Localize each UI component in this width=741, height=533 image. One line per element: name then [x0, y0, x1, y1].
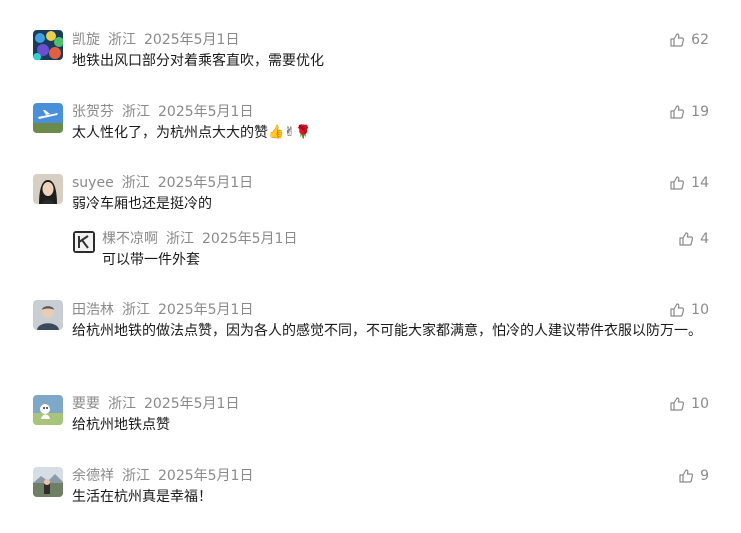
- comment-date: 2025年5月1日: [157, 175, 254, 191]
- comment-text: 太人性化了，为杭州点大大的赞👍✌🌹: [72, 121, 311, 145]
- comment-text-content: 太人性化了，为杭州点大大的赞: [72, 125, 268, 141]
- user-location: 浙江: [121, 175, 150, 191]
- comment-meta: 棵不凉啊 浙江 2025年5月1日: [102, 230, 305, 248]
- user-location: 浙江: [108, 396, 136, 412]
- user-name[interactable]: 要要: [72, 396, 100, 412]
- comment-date: 2025年5月1日: [158, 302, 254, 318]
- user-location: 浙江: [122, 104, 150, 120]
- thumbs-up-emoji: 👍: [268, 125, 285, 140]
- comment-date: 2025年5月1日: [202, 231, 298, 247]
- comment-meta: suyee 浙江 2025年5月1日: [72, 174, 261, 192]
- comment-text: 给杭州地铁的做法点赞，因为各人的感觉不同，不可能大家都满意，怕冷的人建议带件衣服…: [72, 323, 702, 339]
- comment-date: 2025年5月1日: [158, 104, 254, 120]
- victory-hand-emoji: ✌: [284, 125, 296, 140]
- like-button[interactable]: 9: [678, 467, 709, 485]
- comment-meta: 田浩林 浙江 2025年5月1日: [72, 301, 261, 319]
- like-count: 14: [691, 175, 709, 191]
- comment-meta: 张贺芬 浙江 2025年5月1日: [72, 103, 261, 121]
- thumbs-up-icon: [670, 397, 685, 411]
- user-name[interactable]: suyee: [72, 175, 114, 191]
- comment-text: 可以带一件外套: [102, 252, 200, 268]
- user-name[interactable]: 田浩林: [72, 302, 114, 318]
- thumbs-up-icon: [670, 303, 685, 317]
- comment-meta: 要要 浙江 2025年5月1日: [72, 395, 247, 413]
- comment-text: 生活在杭州真是幸福！: [72, 489, 212, 505]
- user-location: 浙江: [108, 32, 136, 48]
- user-location: 浙江: [122, 302, 150, 318]
- avatar[interactable]: [33, 395, 63, 425]
- user-name[interactable]: 棵不凉啊: [102, 231, 158, 247]
- avatar[interactable]: [33, 174, 63, 204]
- user-name[interactable]: 余德祥: [72, 468, 114, 484]
- user-location: 浙江: [166, 231, 194, 247]
- like-count: 19: [691, 104, 709, 120]
- comment-meta: 余德祥 浙江 2025年5月1日: [72, 467, 261, 485]
- comment-date: 2025年5月1日: [144, 396, 240, 412]
- comment-meta: 凯旋 浙江 2025年5月1日: [72, 31, 247, 49]
- like-count: 9: [700, 468, 709, 484]
- thumbs-up-icon: [670, 105, 685, 119]
- like-button[interactable]: 4: [678, 230, 709, 248]
- rose-emoji: 🌹: [295, 125, 312, 140]
- like-count: 62: [691, 32, 709, 48]
- user-location: 浙江: [122, 468, 150, 484]
- like-button[interactable]: 19: [669, 103, 709, 121]
- thumbs-up-icon: [679, 232, 694, 246]
- user-name[interactable]: 凯旋: [72, 32, 100, 48]
- user-name[interactable]: 张贺芬: [72, 104, 114, 120]
- like-count: 4: [700, 231, 709, 247]
- like-button[interactable]: 10: [669, 395, 709, 413]
- thumbs-up-icon: [670, 33, 685, 47]
- thumbs-up-icon: [670, 176, 685, 190]
- avatar[interactable]: [73, 231, 95, 253]
- comment-date: 2025年5月1日: [158, 468, 254, 484]
- comment-text: 地铁出风口部分对着乘客直吹，需要优化: [72, 53, 324, 69]
- like-count: 10: [691, 396, 709, 412]
- avatar[interactable]: [33, 30, 63, 60]
- like-button[interactable]: 10: [669, 301, 709, 319]
- thumbs-up-icon: [679, 469, 694, 483]
- avatar[interactable]: [33, 300, 63, 330]
- comment-text: 给杭州地铁点赞: [72, 417, 170, 433]
- like-button[interactable]: 62: [669, 31, 709, 49]
- comment-text: 弱冷车厢也还是挺冷的: [72, 196, 212, 212]
- comment-date: 2025年5月1日: [144, 32, 240, 48]
- avatar[interactable]: [33, 467, 63, 497]
- like-button[interactable]: 14: [669, 174, 709, 192]
- avatar[interactable]: [33, 103, 63, 133]
- like-count: 10: [691, 302, 709, 318]
